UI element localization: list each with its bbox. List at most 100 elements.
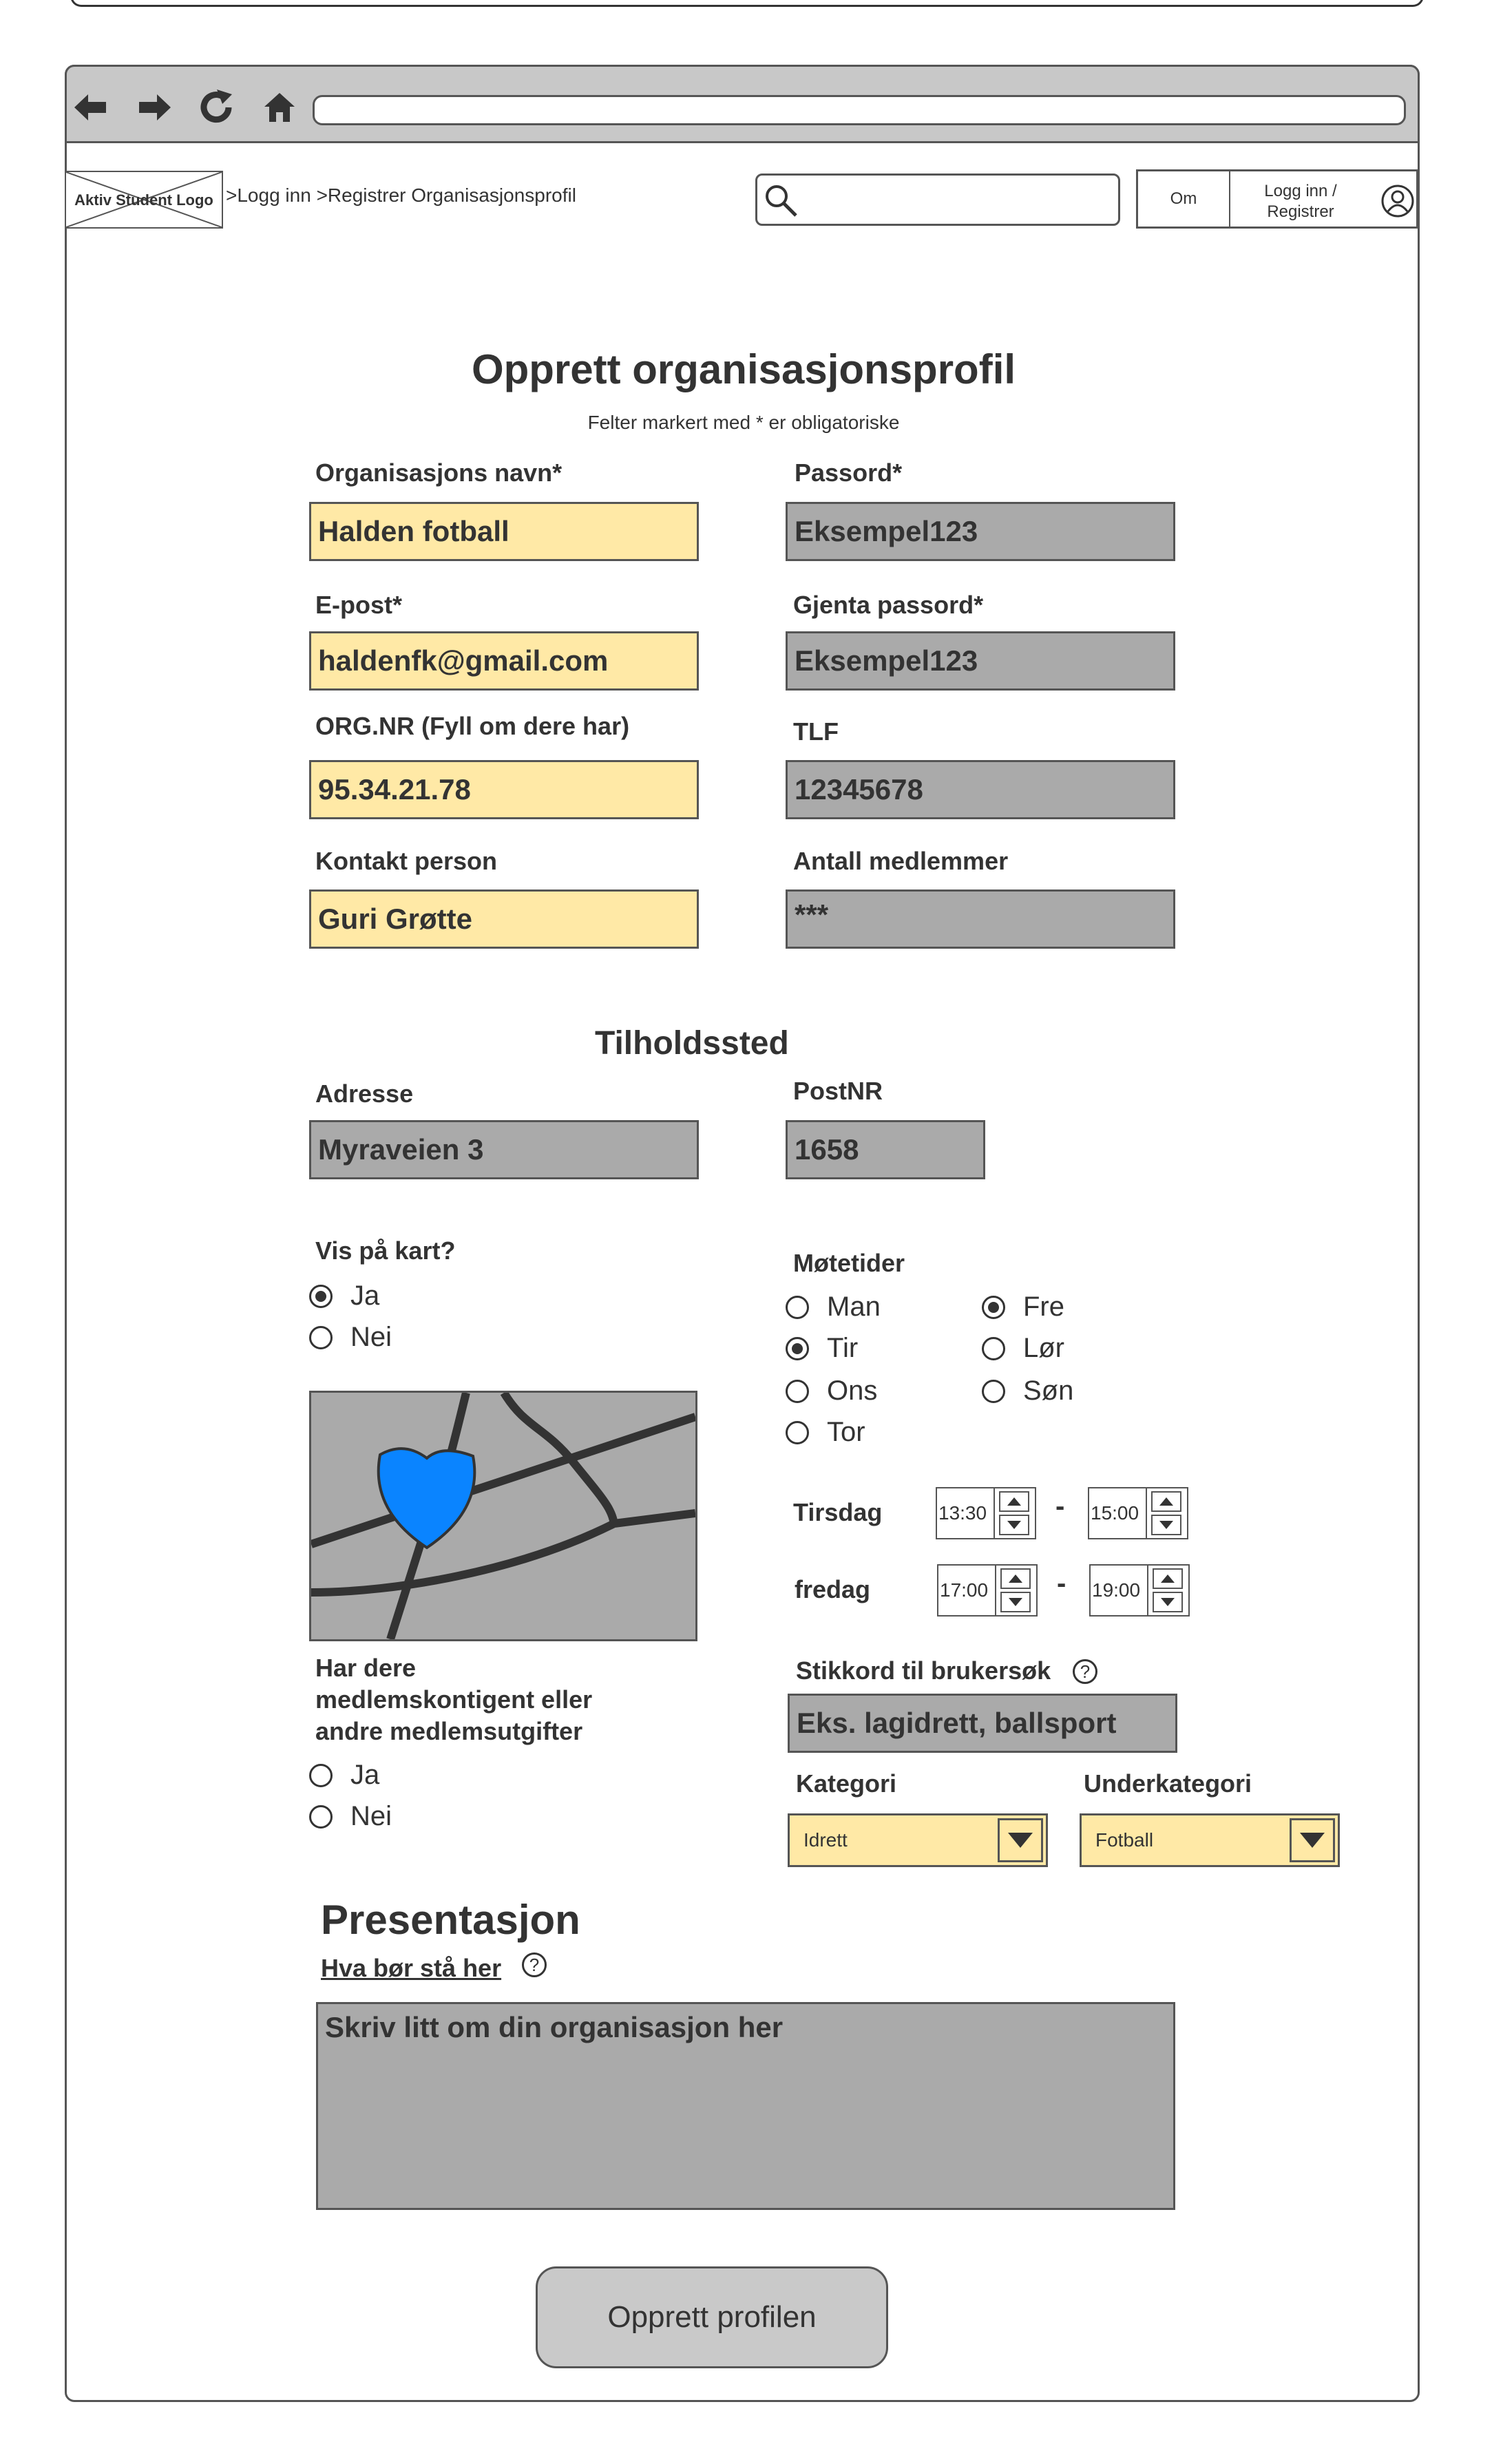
select-value: Idrett [803, 1829, 848, 1851]
chevron-up-icon[interactable] [1151, 1491, 1181, 1512]
day-son-radio[interactable]: Søn [982, 1376, 1073, 1407]
presentation-heading: Presentasjon [321, 1897, 580, 1943]
password-repeat-label: Gjenta passord* [793, 591, 984, 619]
chevron-down-icon[interactable] [1000, 1592, 1031, 1612]
radio-circle [786, 1295, 809, 1319]
radio-label: Ja [350, 1281, 380, 1311]
day-tor-radio[interactable]: Tor [786, 1417, 865, 1448]
fees-no-radio[interactable]: Nei [309, 1801, 392, 1832]
fees-yes-radio[interactable]: Ja [309, 1760, 379, 1791]
site-logo[interactable]: Aktiv Student Logo [65, 171, 223, 229]
radio-label: Nei [350, 1322, 392, 1352]
radio-circle [982, 1336, 1005, 1360]
members-count-label: Antall medlemmer [793, 847, 1009, 875]
stepper-arrows [994, 1488, 1035, 1538]
radio-circle [309, 1325, 333, 1349]
chevron-down-icon[interactable] [999, 1515, 1029, 1535]
org-nr-label: ORG.NR (Fyll om dere har) [315, 712, 630, 740]
time-value: 15:00 [1091, 1502, 1139, 1524]
search-input[interactable] [755, 173, 1120, 226]
page-title: Opprett organisasjonsprofil [471, 346, 1016, 392]
create-profile-button[interactable]: Opprett profilen [536, 2266, 888, 2368]
radio-label: Tor [827, 1417, 865, 1447]
back-arrow-icon[interactable] [69, 87, 110, 128]
search-icon [766, 185, 797, 217]
fees-label: Har dere medlemskontigent eller andre me… [315, 1654, 593, 1745]
home-icon[interactable] [259, 87, 300, 128]
previous-page-frame [70, 0, 1424, 7]
subcategory-select[interactable]: Fotball [1080, 1813, 1340, 1867]
chevron-up-icon[interactable] [1000, 1568, 1031, 1589]
day-lor-radio[interactable]: Lør [982, 1333, 1064, 1364]
stepper-arrows [1146, 1488, 1187, 1538]
time-separator: - [1055, 1491, 1065, 1521]
nav-about[interactable]: Om [1138, 171, 1229, 227]
presentation-textarea[interactable]: Skriv litt om din organisasjon her [316, 2002, 1175, 2210]
address-label: Adresse [315, 1080, 414, 1108]
nav-login-register[interactable]: Logg inn / Registrer [1232, 181, 1369, 222]
address-field[interactable]: Myraveien 3 [309, 1120, 699, 1179]
top-nav: Om Logg inn / Registrer [1136, 169, 1418, 229]
radio-label: Nei [350, 1801, 392, 1831]
day-man-radio[interactable]: Man [786, 1292, 881, 1323]
time-to-stepper[interactable]: 15:00 [1088, 1487, 1188, 1539]
help-icon[interactable]: ? [522, 1952, 547, 1977]
chevron-down-icon[interactable] [1151, 1515, 1181, 1535]
time-from-stepper[interactable]: 13:30 [936, 1487, 1036, 1539]
radio-label: Tir [827, 1333, 859, 1363]
dropdown-arrow-icon[interactable] [998, 1818, 1043, 1862]
radio-circle [786, 1336, 809, 1360]
day-tir-radio[interactable]: Tir [786, 1333, 858, 1364]
breadcrumb[interactable]: >Logg inn >Registrer Organisasjonsprofil [226, 185, 576, 207]
show-map-yes-radio[interactable]: Ja [309, 1281, 379, 1312]
help-icon[interactable]: ? [1073, 1659, 1097, 1684]
logo-text: Aktiv Student Logo [74, 191, 213, 209]
day-ons-radio[interactable]: Ons [786, 1376, 877, 1407]
stepper-arrows [1147, 1566, 1188, 1615]
radio-label: Lør [1023, 1333, 1064, 1363]
show-map-label: Vis på kart? [315, 1236, 456, 1265]
time-from-stepper[interactable]: 17:00 [937, 1564, 1038, 1617]
required-fields-note: Felter markert med * er obligatoriske [587, 412, 900, 433]
postnr-field[interactable]: 1658 [786, 1120, 985, 1179]
stepper-arrows [995, 1566, 1036, 1615]
meetings-label: Møtetider [793, 1249, 905, 1277]
dropdown-arrow-icon[interactable] [1290, 1818, 1335, 1862]
map-illustration [310, 1390, 697, 1641]
time-separator: - [1057, 1568, 1066, 1599]
email-field[interactable]: haldenfk@gmail.com [309, 631, 699, 691]
day-fre-radio[interactable]: Fre [982, 1292, 1064, 1323]
chevron-up-icon[interactable] [999, 1491, 1029, 1512]
radio-circle [309, 1763, 333, 1787]
time-value: 19:00 [1092, 1579, 1141, 1601]
contact-person-field[interactable]: Guri Grøtte [309, 889, 699, 949]
location-heading: Tilholdssted [595, 1025, 789, 1062]
time-value: 13:30 [938, 1502, 987, 1524]
members-count-field[interactable]: *** [786, 889, 1175, 949]
chevron-down-icon[interactable] [1153, 1592, 1183, 1612]
contact-person-label: Kontakt person [315, 847, 498, 875]
time-value: 17:00 [940, 1579, 989, 1601]
password-repeat-field[interactable]: Eksempel123 [786, 631, 1175, 691]
time-to-stepper[interactable]: 19:00 [1089, 1564, 1190, 1617]
show-map-no-radio[interactable]: Nei [309, 1322, 392, 1353]
reload-icon[interactable] [196, 87, 237, 128]
user-avatar-icon[interactable] [1380, 184, 1415, 218]
password-label: Passord* [795, 459, 903, 487]
org-nr-field[interactable]: 95.34.21.78 [309, 760, 699, 819]
radio-label: Søn [1023, 1376, 1074, 1406]
keywords-field[interactable]: Eks. lagidrett, ballsport [788, 1694, 1177, 1753]
radio-label: Ja [350, 1760, 380, 1790]
map-preview[interactable] [309, 1390, 697, 1641]
chevron-up-icon[interactable] [1153, 1568, 1183, 1589]
password-field[interactable]: Eksempel123 [786, 502, 1175, 561]
radio-circle [786, 1379, 809, 1403]
forward-arrow-icon[interactable] [135, 87, 176, 128]
address-bar[interactable] [313, 95, 1406, 125]
select-value: Fotball [1095, 1829, 1154, 1851]
category-select[interactable]: Idrett [788, 1813, 1048, 1867]
phone-field[interactable]: 12345678 [786, 760, 1175, 819]
map-marker-icon [377, 1447, 476, 1550]
org-name-field[interactable]: Halden fotball [309, 502, 699, 561]
help-link[interactable]: Hva bør stå her [321, 1954, 501, 1983]
